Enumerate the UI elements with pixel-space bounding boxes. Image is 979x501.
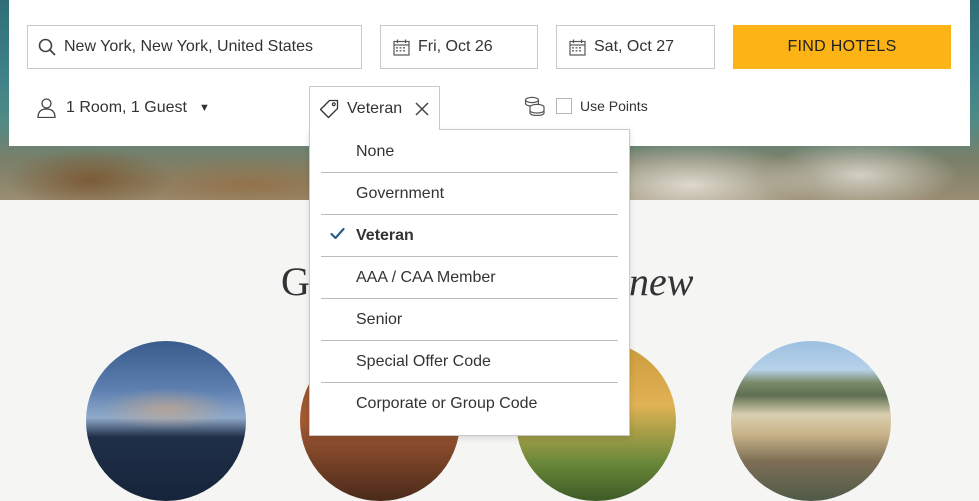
special-rate-dropdown: None Government Veteran AAA / CAA Member… — [309, 129, 630, 436]
rate-option-none[interactable]: None — [321, 131, 618, 173]
use-points-option[interactable]: Use Points — [524, 96, 648, 116]
user-icon — [37, 98, 56, 118]
rate-option-special-offer[interactable]: Special Offer Code — [321, 341, 618, 383]
checkout-value: Sat, Oct 27 — [594, 38, 675, 55]
rate-option-label: None — [356, 143, 395, 160]
search-icon — [38, 38, 56, 56]
rate-option-corporate-group[interactable]: Corporate or Group Code — [321, 383, 618, 425]
rate-option-label: Government — [356, 185, 445, 202]
rooms-guests-label: 1 Room, 1 Guest — [66, 99, 187, 116]
rate-option-label: AAA / CAA Member — [356, 269, 496, 286]
checkin-value: Fri, Oct 26 — [418, 38, 493, 55]
rate-option-label: Senior — [356, 311, 403, 328]
use-points-label: Use Points — [580, 98, 648, 114]
destination-field[interactable]: New York, New York, United States — [27, 25, 362, 69]
coins-icon — [524, 96, 546, 116]
section-heading-right: new — [629, 259, 694, 304]
chevron-down-icon: ▼ — [198, 102, 210, 114]
special-rate-selector[interactable]: Veteran — [309, 86, 440, 130]
rate-option-label: Corporate or Group Code — [356, 395, 538, 412]
section-heading-left: G — [281, 259, 310, 304]
special-rate-value: Veteran — [347, 99, 403, 117]
close-icon[interactable] — [415, 101, 429, 116]
checkin-field[interactable]: Fri, Oct 26 — [380, 25, 538, 69]
rate-option-veteran[interactable]: Veteran — [321, 215, 618, 257]
checkout-field[interactable]: Sat, Oct 27 — [556, 25, 715, 69]
use-points-checkbox[interactable] — [556, 98, 572, 114]
rate-option-label: Veteran — [356, 227, 414, 244]
tag-icon — [319, 99, 339, 119]
rate-option-senior[interactable]: Senior — [321, 299, 618, 341]
destination-image-beach[interactable] — [731, 341, 891, 501]
calendar-icon — [569, 39, 586, 56]
calendar-icon — [393, 39, 410, 56]
checkmark-icon — [330, 227, 345, 245]
destination-value: New York, New York, United States — [64, 38, 314, 55]
search-panel — [9, 0, 970, 146]
rate-option-label: Special Offer Code — [356, 353, 491, 370]
destination-image-chicago[interactable] — [86, 341, 246, 501]
rate-option-aaa-caa[interactable]: AAA / CAA Member — [321, 257, 618, 299]
rate-option-government[interactable]: Government — [321, 173, 618, 215]
find-hotels-button[interactable]: FIND HOTELS — [733, 25, 951, 69]
rooms-guests-selector[interactable]: 1 Room, 1 Guest ▼ — [37, 96, 210, 120]
